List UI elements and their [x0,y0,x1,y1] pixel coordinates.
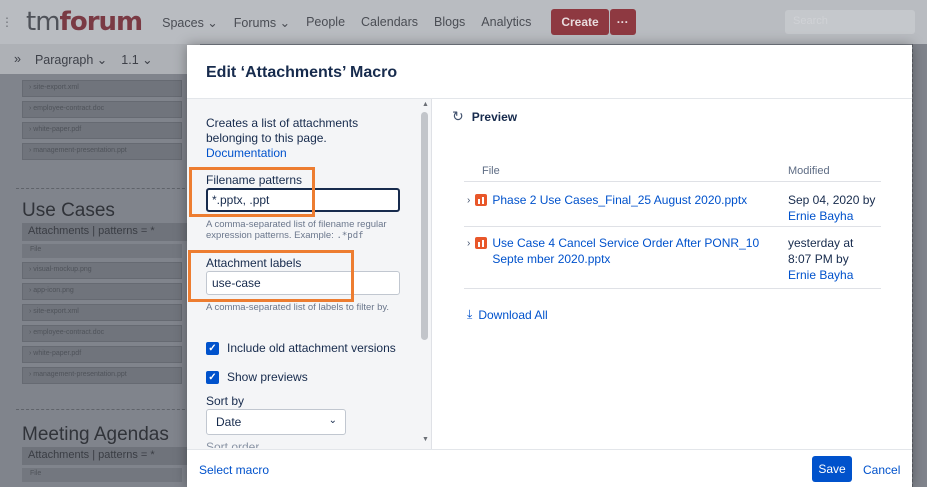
expand-chevron-icon[interactable]: › [467,193,470,209]
checkbox-checked-icon[interactable]: ✓ [206,370,219,384]
macro-description: Creates a list of attachments belonging … [206,116,391,161]
scroll-down-arrow-icon[interactable]: ▼ [422,436,429,443]
grip-icon: ⋮ [1,15,13,29]
bg-divider [16,188,200,189]
top-nav-links: Spaces ⌄ Forums ⌄ People Calendars Blogs… [162,15,547,30]
save-button[interactable]: Save [812,456,852,482]
sort-order-label: Sort order [206,440,260,448]
annotation-highlight-filename [189,167,315,217]
bg-divider [16,409,200,410]
modified-date: yesterday at 8:07 PM by [788,236,854,266]
show-previews-label: Show previews [227,370,308,384]
bg-file-row: › site-export.xml [22,304,182,321]
modified-cell: yesterday at 8:07 PM by Ernie Bayha [788,235,880,283]
tmforum-logo[interactable]: tmforum [26,7,143,37]
author-link[interactable]: Ernie Bayha [788,267,880,283]
create-button[interactable]: Create [551,9,609,35]
dialog-title: Edit ‘Attachments’ Macro [206,64,398,81]
documentation-link[interactable]: Documentation [206,146,287,160]
bg-file-row: › site-export.xml [22,80,182,97]
table-row-divider [464,288,881,289]
pptx-file-icon [475,237,488,249]
numbering-dropdown[interactable]: 1.1 ⌄ [121,52,152,67]
sort-by-label: Sort by [206,394,245,408]
modified-date: Sep 04, 2020 by [788,193,876,207]
table-header-divider [464,181,881,182]
bg-heading-meeting-agendas: Meeting Agendas [22,424,169,445]
attachment-file-link[interactable]: Use Case 4 Cancel Service Order After PO… [492,235,762,267]
more-options-button[interactable]: ··· [609,9,636,35]
attachment-labels-help: A comma-separated list of labels to filt… [206,302,390,313]
bg-heading-use-cases: Use Cases [22,200,115,221]
bg-file-row: › app-icon.png [22,283,182,300]
background-page-right [912,44,927,487]
table-row[interactable]: › Phase 2 Use Cases_Final_25 August 2020… [467,192,747,209]
top-navigation-bar: ⋮ tmforum Spaces ⌄ Forums ⌄ People Calen… [0,0,927,44]
cancel-button[interactable]: Cancel [863,463,900,477]
preview-header[interactable]: ↻ Preview [452,108,517,125]
bg-file-row: › white-paper.pdf [22,122,182,139]
include-old-versions-label: Include old attachment versions [227,341,396,355]
preview-label: Preview [471,109,518,124]
expand-chevron-icon[interactable]: › [467,236,470,252]
nav-spaces[interactable]: Spaces ⌄ [162,15,218,30]
bg-file-row: › management-presentation.ppt [22,143,182,160]
annotation-highlight-labels [188,250,354,302]
download-icon: ⤓ [467,307,473,321]
bg-file-row: › white-paper.pdf [22,346,182,363]
chevron-down-icon: ⌄ [328,415,337,426]
edit-macro-dialog: Edit ‘Attachments’ Macro ▲ ▼ Creates a l… [187,45,912,487]
nav-blogs[interactable]: Blogs [434,15,465,29]
modified-column-header: Modified [788,165,830,177]
table-row-divider [464,226,881,227]
nav-forums[interactable]: Forums ⌄ [234,15,290,30]
nav-analytics[interactable]: Analytics [481,15,531,29]
bg-attachments-bar: Attachments | patterns = * [22,223,200,241]
search-input[interactable]: Search [785,10,915,34]
author-link[interactable]: Ernie Bayha [788,208,880,224]
description-text: Creates a list of attachments belonging … [206,116,359,145]
panel-separator [431,99,432,449]
bg-file-row: › employee-contract.doc [22,101,182,118]
include-old-versions-option[interactable]: ✓ Include old attachment versions [206,341,396,355]
paragraph-style-dropdown[interactable]: Paragraph ⌄ [35,52,107,67]
scroll-up-arrow-icon[interactable]: ▲ [422,101,429,108]
bg-file-row: › employee-contract.doc [22,325,182,342]
file-column-header: File [482,165,500,177]
filename-patterns-help: A comma-separated list of filename regul… [206,219,387,241]
dialog-footer-divider [187,449,912,450]
download-all-label: Download All [478,307,548,322]
bg-file-col-header: File [22,468,182,482]
attachment-file-link[interactable]: Phase 2 Use Cases_Final_25 August 2020.p… [492,192,747,208]
nav-calendars[interactable]: Calendars [361,15,418,29]
nav-people[interactable]: People [306,15,345,29]
refresh-icon[interactable]: ↻ [452,108,464,125]
select-macro-link[interactable]: Select macro [199,463,269,477]
sort-by-select[interactable]: Date ⌄ [206,409,346,435]
pptx-file-icon [475,194,488,206]
editor-toolbar: » Paragraph ⌄ 1.1 ⌄ [0,44,200,74]
bg-file-row: › management-presentation.ppt [22,367,182,384]
collapse-toolbar-button[interactable]: » [14,52,21,66]
bg-file-col-header: File [22,244,182,258]
checkbox-checked-icon[interactable]: ✓ [206,341,219,355]
bg-file-row: › visual-mockup.png [22,262,182,279]
table-row[interactable]: › Use Case 4 Cancel Service Order After … [467,235,767,267]
download-all-link[interactable]: ⤓ Download All [467,307,548,322]
sort-by-value: Date [216,415,242,429]
show-previews-option[interactable]: ✓ Show previews [206,370,308,384]
modified-cell: Sep 04, 2020 by Ernie Bayha [788,192,880,224]
bg-attachments-bar: Attachments | patterns = * [22,447,200,465]
scrollbar-thumb[interactable] [421,112,428,340]
